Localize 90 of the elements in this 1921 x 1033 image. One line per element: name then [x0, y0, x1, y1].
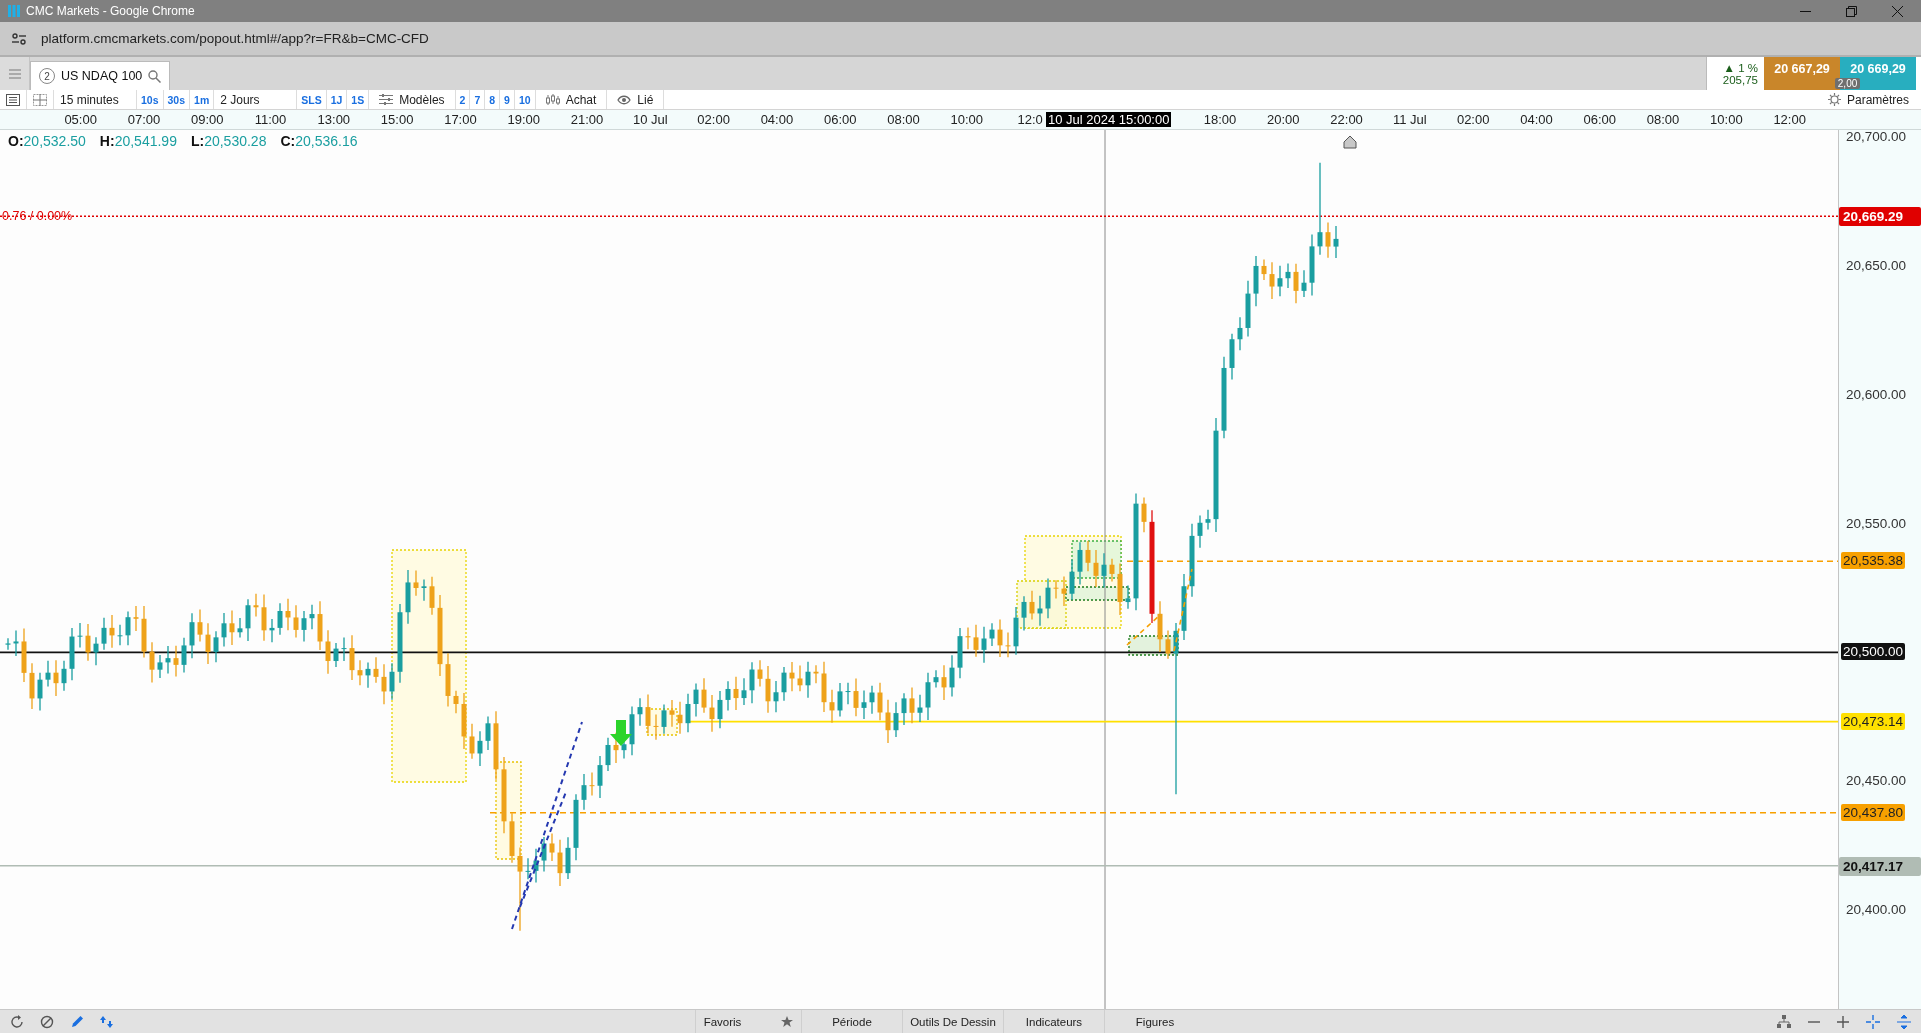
- candles-icon: [545, 93, 560, 106]
- time-label: 10:00: [1710, 112, 1743, 127]
- swap-arrows-icon[interactable]: [100, 1014, 114, 1029]
- panel-tab[interactable]: Période: [832, 1015, 872, 1028]
- interval-shortcut[interactable]: 30s: [163, 90, 191, 109]
- app-icon: [8, 4, 20, 18]
- time-label: 06:00: [823, 112, 857, 127]
- site-settings-icon[interactable]: [11, 32, 27, 45]
- block-icon[interactable]: [40, 1014, 54, 1029]
- time-label: 18:00: [1203, 112, 1237, 127]
- panel-tab[interactable]: Outils De Dessin: [910, 1015, 996, 1028]
- instrument-label: US NDAQ 100: [61, 69, 143, 83]
- price-tag: 20,437.80: [1841, 803, 1906, 821]
- price-tag: 20,535.38: [1841, 552, 1906, 570]
- close-icon[interactable]: [1892, 5, 1903, 17]
- price-tag: 20,417.17: [1839, 856, 1921, 876]
- pencil-icon[interactable]: [70, 1014, 84, 1029]
- ohlc-value: C:20,536.16: [280, 133, 358, 149]
- ohlc-value: O:20,532.50: [8, 133, 86, 149]
- price-tick: 20,700.00: [1846, 129, 1907, 144]
- split-icon[interactable]: [1897, 1014, 1911, 1029]
- price-tick: 20,400.00: [1846, 902, 1907, 918]
- zoom-in-icon[interactable]: [1837, 1015, 1849, 1028]
- template-slot[interactable]: 9: [500, 90, 515, 109]
- range-select[interactable]: 2 Jours: [214, 90, 298, 109]
- time-label: 21:00: [570, 112, 604, 127]
- template-slot[interactable]: 10: [514, 90, 536, 109]
- sliders-icon: [379, 94, 394, 105]
- panel-tab[interactable]: Figures: [1135, 1015, 1175, 1028]
- time-label: 15:00: [380, 112, 414, 127]
- refresh-icon[interactable]: [10, 1014, 24, 1029]
- hierarchy-icon[interactable]: [1777, 1014, 1791, 1029]
- down-arrow-icon: [610, 720, 632, 746]
- range-shortcut[interactable]: 1J: [326, 90, 348, 109]
- panel-tab[interactable]: Indicateurs: [1025, 1015, 1083, 1028]
- time-label: 02:00: [1456, 112, 1490, 127]
- ohlc-value: H:20,541.99: [99, 133, 177, 149]
- crosshair-icon[interactable]: [1866, 1014, 1880, 1029]
- price-tag: 20,473.14: [1841, 712, 1906, 730]
- time-label: 12:00: [1773, 112, 1806, 127]
- price-tick: 20,650.00: [1846, 257, 1907, 273]
- list-icon[interactable]: [6, 93, 20, 106]
- window-title: CMC Markets - Google Chrome: [26, 4, 195, 18]
- price-tick: 20,550.00: [1846, 515, 1907, 531]
- time-label: 10:00: [950, 112, 984, 127]
- crosshair-time-tag: 10 Jul 2024 15:00:00: [1046, 112, 1172, 127]
- time-label: 06:00: [1583, 112, 1617, 127]
- instrument-tab[interactable]: 2 US NDAQ 100: [30, 61, 171, 90]
- time-label: 13:00: [317, 112, 351, 127]
- interval-select[interactable]: 15 minutes: [54, 90, 137, 109]
- menu-icon: [8, 68, 21, 79]
- star-icon[interactable]: [781, 1015, 794, 1028]
- template-slot[interactable]: 8: [485, 90, 501, 109]
- price-tick: 20,450.00: [1846, 773, 1907, 789]
- template-slot[interactable]: 7: [470, 90, 486, 109]
- search-icon[interactable]: [148, 69, 162, 83]
- layout-grid-icon[interactable]: [33, 93, 47, 106]
- time-label: 22:00: [1330, 112, 1363, 127]
- price-tag: 20,669.29: [1839, 207, 1921, 227]
- time-label: 11:00: [254, 112, 287, 127]
- time-label: 02:00: [697, 112, 730, 127]
- change-percent: ▲ 1 %: [1723, 61, 1758, 74]
- template-slot[interactable]: 2: [455, 90, 471, 109]
- time-label: 17:00: [444, 112, 477, 127]
- panel-tab[interactable]: Favoris: [703, 1015, 742, 1028]
- price-tick: 20,600.00: [1846, 386, 1907, 402]
- time-label: 04:00: [1520, 112, 1553, 127]
- time-label: 04:00: [760, 112, 794, 127]
- range-shortcut[interactable]: SLS: [297, 90, 327, 109]
- marker-icon: [1343, 135, 1357, 149]
- time-label: 09:00: [190, 112, 224, 127]
- time-label: 08:00: [1646, 112, 1680, 127]
- time-label: 12:0: [1017, 112, 1043, 127]
- eye-icon: [617, 94, 632, 105]
- change-points: 205,75: [1722, 73, 1758, 86]
- spread-badge: 2,00: [1834, 78, 1861, 89]
- time-label: 07:00: [127, 112, 161, 127]
- time-label: 11 Jul: [1393, 112, 1427, 127]
- time-label: 10 Jul: [632, 112, 668, 127]
- ohlc-value: L:20,530.28: [190, 133, 267, 149]
- interval-shortcut[interactable]: 10s: [137, 90, 164, 109]
- time-label: 08:00: [887, 112, 920, 127]
- time-label: 19:00: [507, 112, 540, 127]
- settings-icon: [1827, 93, 1841, 106]
- time-label: 05:00: [64, 112, 97, 127]
- url-text[interactable]: platform.cmcmarkets.com/popout.html#/app?r=FR&b=CMC-CFD: [41, 31, 429, 46]
- interval-shortcut[interactable]: 1m: [190, 90, 215, 109]
- price-tag: 20,500.00: [1841, 643, 1906, 661]
- time-label: 20:00: [1267, 112, 1300, 127]
- restore-icon[interactable]: [1846, 5, 1857, 17]
